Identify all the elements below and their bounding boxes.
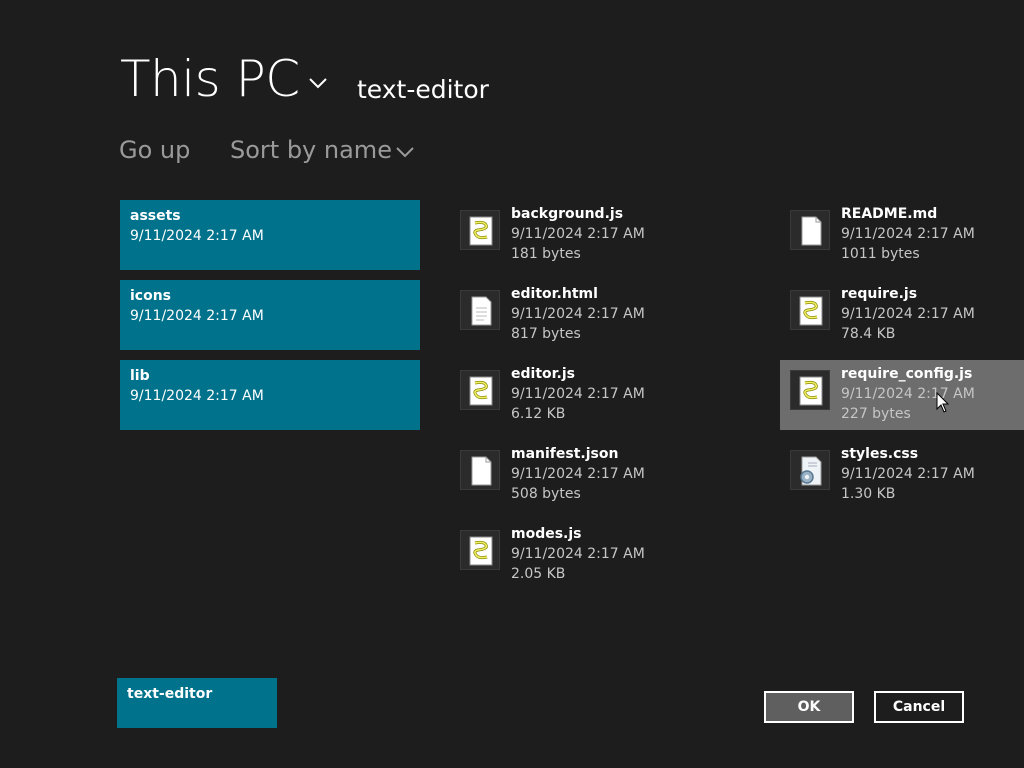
script-icon bbox=[790, 370, 830, 410]
blank-file-icon bbox=[460, 450, 500, 490]
file-name: README.md bbox=[841, 206, 938, 222]
file-name: require_config.js bbox=[841, 366, 973, 382]
file-item-require-config-js[interactable]: require_config.js 9/11/2024 2:17 AM 227 … bbox=[780, 360, 1024, 430]
folder-date: 9/11/2024 2:17 AM bbox=[130, 228, 264, 244]
current-folder-name: text-editor bbox=[357, 75, 489, 104]
file-item-styles-css[interactable]: styles.css 9/11/2024 2:17 AM 1.30 KB bbox=[790, 440, 1024, 510]
html-file-icon bbox=[460, 290, 500, 330]
sort-by-button[interactable]: Sort by name bbox=[230, 134, 392, 166]
file-size: 2.05 KB bbox=[511, 566, 566, 582]
file-date: 9/11/2024 2:17 AM bbox=[841, 386, 975, 402]
file-size: 227 bytes bbox=[841, 406, 911, 422]
file-date: 9/11/2024 2:17 AM bbox=[841, 466, 975, 482]
file-size: 1011 bytes bbox=[841, 246, 920, 262]
file-date: 9/11/2024 2:17 AM bbox=[511, 226, 645, 242]
script-icon bbox=[460, 210, 500, 250]
location-title[interactable]: This PC bbox=[120, 48, 300, 110]
go-up-button[interactable]: Go up bbox=[119, 134, 190, 166]
folder-picker-dialog: This PC text-editor Go up Sort by name a… bbox=[0, 0, 1024, 768]
file-size: 817 bytes bbox=[511, 326, 581, 342]
script-icon bbox=[790, 290, 830, 330]
folder-date: 9/11/2024 2:17 AM bbox=[130, 308, 264, 324]
script-icon bbox=[460, 530, 500, 570]
file-date: 9/11/2024 2:17 AM bbox=[511, 466, 645, 482]
file-item-modes-js[interactable]: modes.js 9/11/2024 2:17 AM 2.05 KB bbox=[460, 520, 704, 590]
file-size: 78.4 KB bbox=[841, 326, 896, 342]
location-chevron-down-icon[interactable] bbox=[308, 76, 328, 90]
file-date: 9/11/2024 2:17 AM bbox=[511, 306, 645, 322]
file-date: 9/11/2024 2:17 AM bbox=[841, 306, 975, 322]
file-name: modes.js bbox=[511, 526, 582, 542]
script-icon bbox=[460, 370, 500, 410]
file-size: 181 bytes bbox=[511, 246, 581, 262]
css-file-icon bbox=[790, 450, 830, 490]
file-name: editor.js bbox=[511, 366, 575, 382]
file-date: 9/11/2024 2:17 AM bbox=[841, 226, 975, 242]
file-item-readme-md[interactable]: README.md 9/11/2024 2:17 AM 1011 bytes bbox=[790, 200, 1024, 270]
folder-name-field[interactable]: text-editor bbox=[117, 678, 277, 728]
folder-tile-assets[interactable]: assets 9/11/2024 2:17 AM bbox=[120, 200, 420, 270]
folder-tile-icons[interactable]: icons 9/11/2024 2:17 AM bbox=[120, 280, 420, 350]
file-name: require.js bbox=[841, 286, 918, 302]
blank-file-icon bbox=[790, 210, 830, 250]
folder-tile-lib[interactable]: lib 9/11/2024 2:17 AM bbox=[120, 360, 420, 430]
file-size: 6.12 KB bbox=[511, 406, 566, 422]
file-size: 508 bytes bbox=[511, 486, 581, 502]
file-name: styles.css bbox=[841, 446, 919, 462]
cancel-button[interactable]: Cancel bbox=[874, 691, 964, 723]
file-size: 1.30 KB bbox=[841, 486, 896, 502]
file-name: manifest.json bbox=[511, 446, 619, 462]
folder-name: lib bbox=[130, 368, 150, 384]
sort-chevron-down-icon[interactable] bbox=[395, 145, 415, 159]
file-date: 9/11/2024 2:17 AM bbox=[511, 386, 645, 402]
file-name: background.js bbox=[511, 206, 624, 222]
file-item-background-js[interactable]: background.js 9/11/2024 2:17 AM 181 byte… bbox=[460, 200, 704, 270]
file-name: editor.html bbox=[511, 286, 598, 302]
file-item-editor-html[interactable]: editor.html 9/11/2024 2:17 AM 817 bytes bbox=[460, 280, 704, 350]
folder-name: assets bbox=[130, 208, 181, 224]
mouse-cursor-icon bbox=[936, 392, 950, 413]
file-date: 9/11/2024 2:17 AM bbox=[511, 546, 645, 562]
file-item-require-js[interactable]: require.js 9/11/2024 2:17 AM 78.4 KB bbox=[790, 280, 1024, 350]
file-item-manifest-json[interactable]: manifest.json 9/11/2024 2:17 AM 508 byte… bbox=[460, 440, 704, 510]
folder-date: 9/11/2024 2:17 AM bbox=[130, 388, 264, 404]
folder-name: icons bbox=[130, 288, 172, 304]
ok-button[interactable]: OK bbox=[764, 691, 854, 723]
file-item-editor-js[interactable]: editor.js 9/11/2024 2:17 AM 6.12 KB bbox=[460, 360, 704, 430]
